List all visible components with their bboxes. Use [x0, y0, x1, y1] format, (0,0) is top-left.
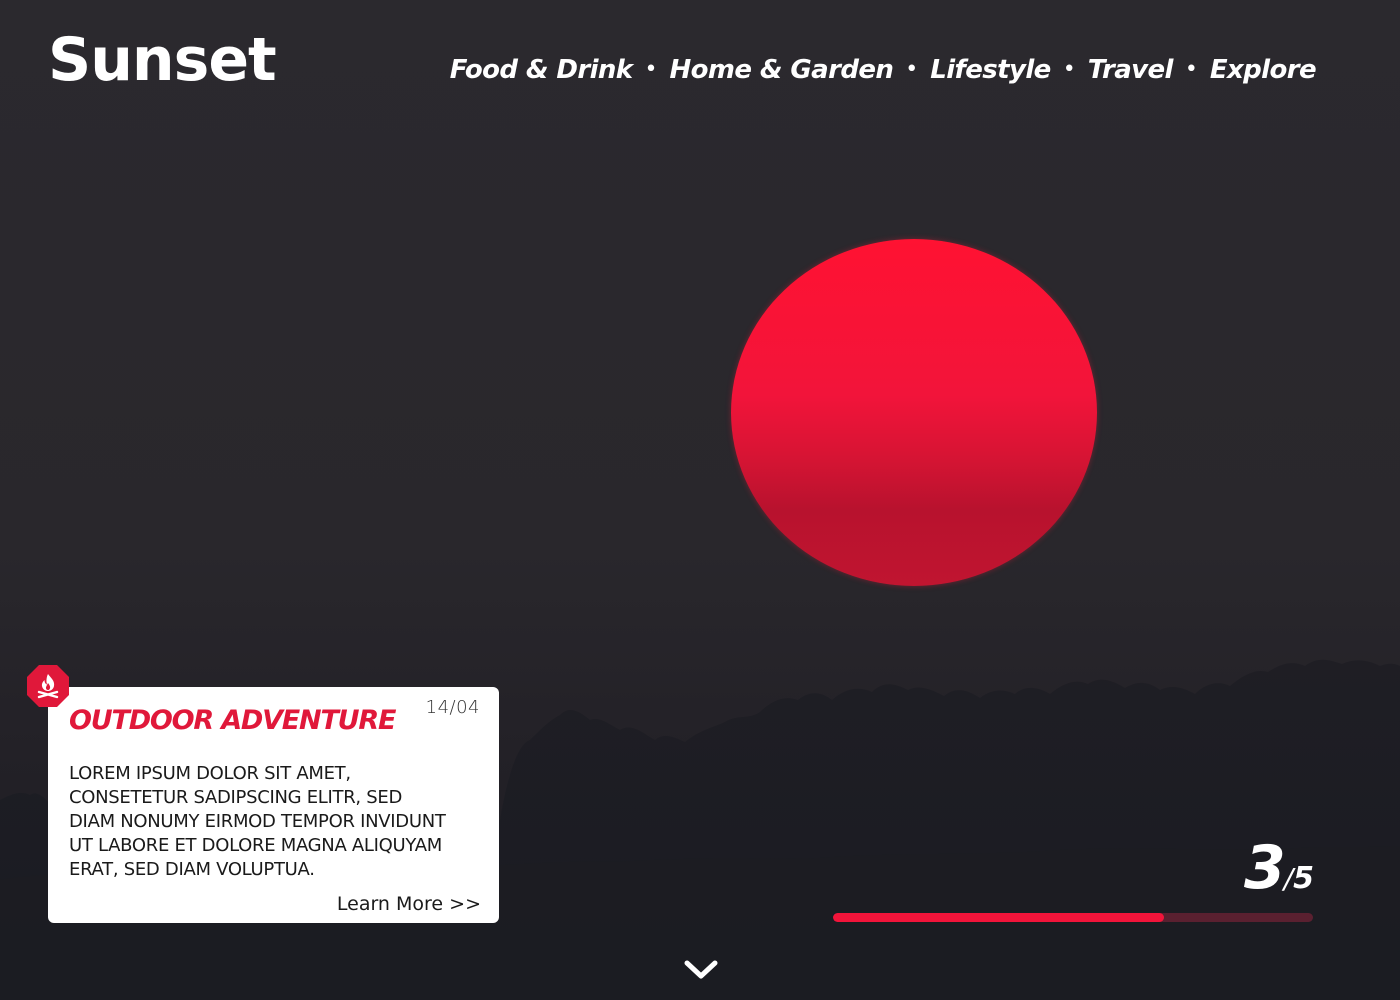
- hero-slide: Sunset Food & Drink • Home & Garden • Li…: [0, 0, 1400, 1000]
- slide-counter: 3/5: [1244, 838, 1314, 898]
- slide-total: 5: [1293, 861, 1314, 896]
- card-text: Lorem ipsum dolor sit amet, consetetur s…: [69, 763, 446, 880]
- card-date: 14/04: [425, 697, 480, 718]
- nav-item-food-drink[interactable]: Food & Drink: [450, 55, 633, 85]
- nav-separator: •: [1062, 57, 1076, 82]
- campfire-icon: [27, 665, 69, 707]
- nav-item-explore[interactable]: Explore: [1210, 55, 1317, 85]
- site-logo[interactable]: Sunset: [48, 30, 277, 90]
- slide-progress-bar[interactable]: [833, 913, 1313, 922]
- chevron-down-icon[interactable]: [682, 955, 720, 983]
- nav-item-home-garden[interactable]: Home & Garden: [669, 55, 893, 85]
- nav-separator: •: [905, 57, 919, 82]
- nav-separator: •: [1184, 57, 1198, 82]
- slide-progress-fill: [833, 913, 1165, 922]
- nav-item-lifestyle[interactable]: Lifestyle: [930, 55, 1051, 85]
- slide-separator: /: [1283, 862, 1294, 895]
- article-card: Outdoor Adventure 14/04 Lorem ipsum dolo…: [48, 687, 499, 923]
- nav-item-travel[interactable]: Travel: [1088, 55, 1174, 85]
- main-nav: Food & Drink • Home & Garden • Lifestyle…: [450, 55, 1317, 85]
- slide-current: 3: [1243, 833, 1286, 903]
- nav-separator: •: [644, 57, 658, 82]
- card-title[interactable]: Outdoor Adventure: [69, 705, 396, 736]
- learn-more-link[interactable]: Learn More >>: [337, 893, 481, 915]
